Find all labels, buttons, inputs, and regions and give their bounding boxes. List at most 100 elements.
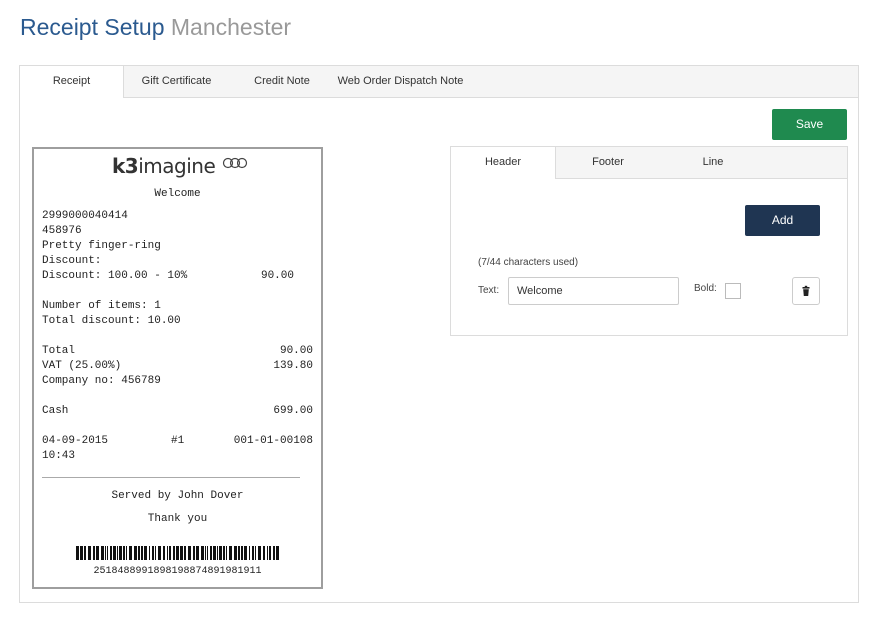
receipt-till: #1 xyxy=(171,435,185,447)
barcode-icon xyxy=(76,546,279,560)
barcode-bar xyxy=(213,546,216,560)
barcode-bar xyxy=(80,546,83,560)
barcode-bar xyxy=(158,546,161,560)
receipt-discount-label: Discount: xyxy=(42,255,102,267)
save-button[interactable]: Save xyxy=(772,109,847,140)
barcode-bar xyxy=(219,546,222,560)
receipt-divider xyxy=(42,477,300,478)
barcode-bar xyxy=(276,546,279,560)
receipt-setup-panel: Receipt Gift Certificate Credit Note Web… xyxy=(19,65,859,603)
receipt-cash-value: 699.00 xyxy=(273,405,313,417)
page-title: Receipt Setup Manchester xyxy=(20,12,291,42)
trash-icon xyxy=(802,285,810,296)
barcode-bar xyxy=(126,546,127,560)
page-title-location: Manchester xyxy=(170,14,292,40)
barcode-bar xyxy=(149,546,150,560)
barcode-bar xyxy=(138,546,140,560)
barcode-bar xyxy=(229,546,232,560)
barcode-bar xyxy=(188,546,191,560)
k3-imagine-logo: k3imagine xyxy=(112,153,252,179)
receipt-total-value: 90.00 xyxy=(279,345,313,357)
receipt-welcome: Welcome xyxy=(154,188,201,200)
barcode-bar xyxy=(123,546,125,560)
receipt-served-by: Served by John Dover xyxy=(111,490,244,502)
tab-footer[interactable]: Footer xyxy=(556,147,660,178)
tab-gift-certificate[interactable]: Gift Certificate xyxy=(124,66,229,97)
receipt-cash-label: Cash xyxy=(42,405,69,417)
receipt-vat-label: VAT (25.00%) xyxy=(42,360,122,372)
receipt-total-discount: Total discount: 10.00 xyxy=(42,315,181,327)
barcode-bar xyxy=(169,546,171,560)
barcode-bar xyxy=(217,546,218,560)
barcode-bar xyxy=(244,546,247,560)
barcode-bar xyxy=(105,546,106,560)
receipt-item-barcode: 2999000040414 xyxy=(42,210,128,222)
line-editor: Header Footer Line Add (7/44 characters … xyxy=(450,146,848,336)
barcode-bar xyxy=(205,546,206,560)
barcode-bar xyxy=(196,546,199,560)
barcode-bar xyxy=(234,546,237,560)
receipt-preview: k3imagine Welcome 2999000040414 458976 P… xyxy=(32,147,323,589)
barcode-bar xyxy=(129,546,132,560)
barcode-bar xyxy=(184,546,186,560)
bold-checkbox[interactable] xyxy=(725,283,741,299)
receipt-company-no: Company no: 456789 xyxy=(42,375,161,387)
receipt-items-count: Number of items: 1 xyxy=(42,300,161,312)
barcode-bar xyxy=(193,546,195,560)
barcode-bar xyxy=(155,546,156,560)
barcode-bar xyxy=(258,546,261,560)
tab-bar: Receipt Gift Certificate Credit Note Web… xyxy=(20,66,858,98)
receipt-total-label: Total xyxy=(42,345,76,357)
barcode-bar xyxy=(152,546,154,560)
bold-label: Bold: xyxy=(694,283,717,294)
barcode-bar xyxy=(241,546,243,560)
barcode-bar xyxy=(210,546,212,560)
barcode-bar xyxy=(269,546,271,560)
barcode-bar xyxy=(107,546,108,560)
barcode-bar xyxy=(267,546,268,560)
receipt-barcode-number: 2518488991898198874891981911 xyxy=(93,566,262,577)
barcode-bar xyxy=(249,546,250,560)
editor-tab-bar: Header Footer Line xyxy=(451,147,847,179)
barcode-bar xyxy=(207,546,208,560)
barcode-bar xyxy=(141,546,143,560)
barcode-bar xyxy=(167,546,168,560)
receipt-discount-amount: 90.00 xyxy=(260,270,294,282)
barcode-bar xyxy=(110,546,112,560)
receipt-thank-you: Thank you xyxy=(147,513,208,525)
text-label: Text: xyxy=(478,285,500,296)
tab-web-order-dispatch-note[interactable]: Web Order Dispatch Note xyxy=(334,66,467,97)
receipt-time: 10:43 xyxy=(42,450,76,462)
barcode-bar xyxy=(96,546,99,560)
barcode-bar xyxy=(93,546,95,560)
barcode-bar xyxy=(176,546,179,560)
receipt-transaction: 001-01-00108 xyxy=(233,435,313,447)
barcode-bar xyxy=(117,546,118,560)
barcode-bar xyxy=(201,546,204,560)
barcode-bar xyxy=(163,546,165,560)
rings-icon xyxy=(222,157,248,169)
barcode-bar xyxy=(113,546,116,560)
barcode-bar xyxy=(263,546,265,560)
tab-credit-note[interactable]: Credit Note xyxy=(230,66,334,97)
barcode-bar xyxy=(273,546,275,560)
tab-header[interactable]: Header xyxy=(451,147,556,179)
barcode-bar xyxy=(144,546,147,560)
barcode-bar xyxy=(134,546,137,560)
barcode-bar xyxy=(180,546,183,560)
barcode-bar xyxy=(255,546,256,560)
barcode-bar xyxy=(101,546,104,560)
delete-button[interactable] xyxy=(792,277,820,305)
barcode-bar xyxy=(226,546,227,560)
add-button[interactable]: Add xyxy=(745,205,820,236)
page-title-main: Receipt Setup xyxy=(20,14,165,40)
tab-receipt[interactable]: Receipt xyxy=(20,66,124,98)
receipt-item-code: 458976 xyxy=(42,225,82,237)
barcode-bar xyxy=(84,546,86,560)
characters-used: (7/44 characters used) xyxy=(478,257,579,268)
tab-line[interactable]: Line xyxy=(661,147,765,178)
receipt-item-name: Pretty finger-ring xyxy=(42,240,161,252)
text-input[interactable]: Welcome xyxy=(508,277,679,305)
barcode-bar xyxy=(76,546,79,560)
receipt-vat-value: 139.80 xyxy=(273,360,313,372)
